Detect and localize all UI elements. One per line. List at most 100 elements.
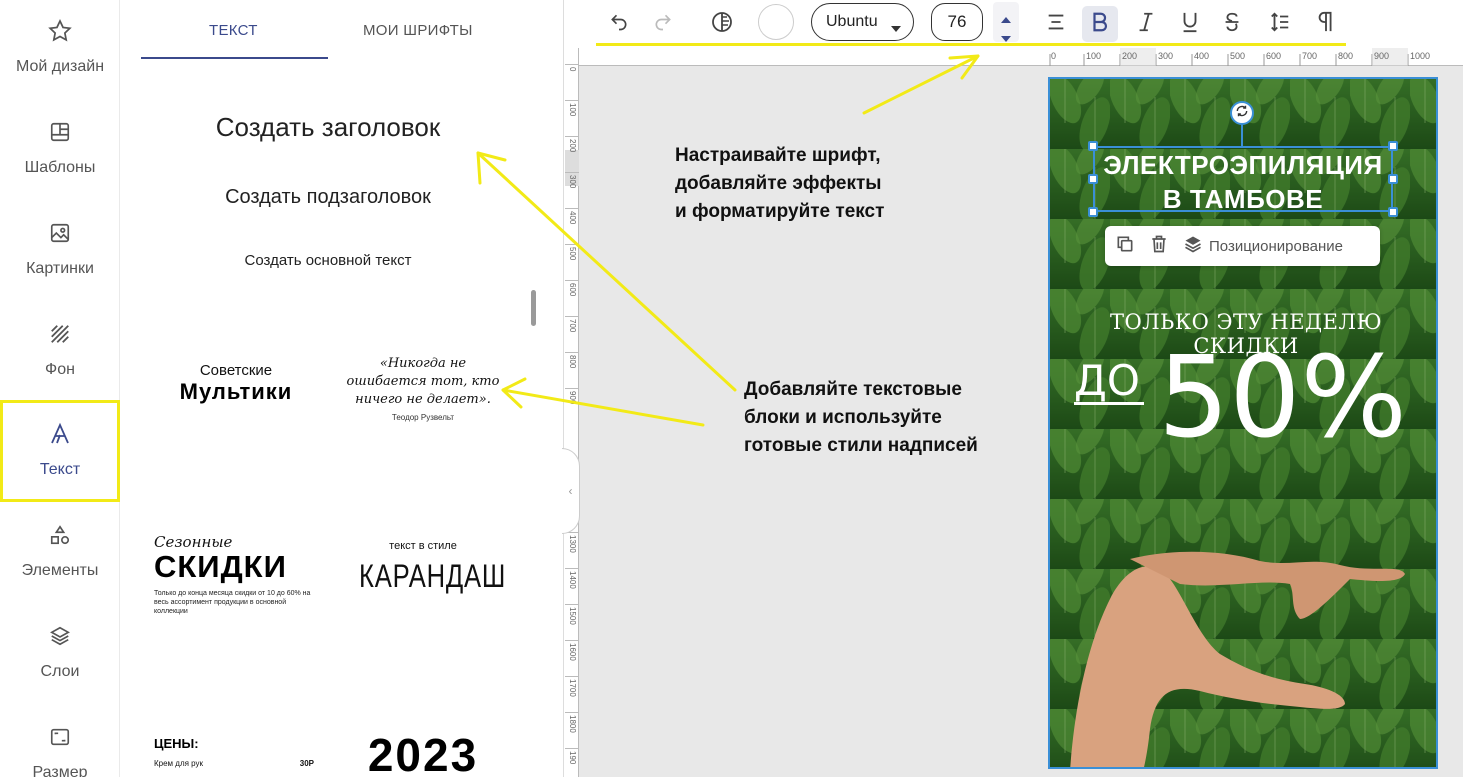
ruler-label: 1000 (1410, 51, 1431, 61)
toolbar-highlight (596, 43, 1346, 46)
ruler-label: 900 (1374, 51, 1390, 61)
ruler-label: 800 (1338, 51, 1354, 61)
ruler-label: 1400 (565, 568, 579, 589)
sidebar-item-label: Слои (40, 663, 80, 680)
create-heading-button[interactable]: Создать заголовок (121, 112, 535, 143)
resize-handle[interactable] (1088, 174, 1098, 184)
bold-button[interactable] (1082, 6, 1118, 42)
ruler-label: 700 (565, 316, 579, 332)
annotation-line: Добавляйте текстовые (744, 379, 962, 400)
underline-icon (1180, 11, 1200, 38)
sidebar-item-label: Размер (32, 764, 88, 777)
bold-icon (1090, 11, 1110, 38)
sidebar-item-label: Текст (39, 461, 81, 478)
annotation-line: готовые стили надписей (744, 435, 978, 456)
align-button[interactable] (1041, 6, 1071, 42)
template-big-text: Мультики (179, 379, 293, 404)
delete-icon[interactable] (1149, 234, 1169, 258)
template-note-text: Только до конца месяца скидки от 10 до 6… (154, 590, 311, 615)
ruler-label: 700 (1302, 51, 1318, 61)
ruler-label: 1700 (565, 676, 579, 697)
font-size-stepper[interactable] (993, 2, 1019, 42)
ruler-label: 200 (565, 136, 579, 152)
resize-handle[interactable] (1388, 174, 1398, 184)
underline-button[interactable] (1175, 6, 1205, 42)
template-quote-author: Теодор Рузвельт (391, 413, 455, 422)
collapse-panel-button[interactable]: ‹ (562, 448, 580, 534)
text-icon (47, 421, 73, 447)
font-family-select[interactable]: Ubuntu (811, 3, 914, 41)
style-template-quote[interactable]: «Никогда не ошибается тот, кто ничего не… (343, 355, 503, 422)
annotation-middle: Добавляйте текстовые блоки и используйте… (744, 376, 978, 460)
style-template-pencil[interactable]: текст в стиле КАРАНДАШ (343, 540, 505, 595)
ruler-label: 500 (565, 244, 579, 260)
ruler-label: 1800 (565, 712, 579, 733)
resize-handle[interactable] (1088, 141, 1098, 151)
create-body-button[interactable]: Создать основной текст (121, 252, 535, 269)
tab-my-fonts[interactable]: МОИ ШРИФТЫ (363, 22, 473, 39)
line-spacing-button[interactable] (1265, 6, 1295, 42)
sidebar-item-images[interactable]: Картинки (0, 202, 120, 302)
sidebar-item-layers[interactable]: Слои (0, 605, 120, 705)
paragraph-button[interactable] (1311, 6, 1341, 42)
ruler-label: 1300 (565, 532, 579, 553)
resize-icon (47, 724, 73, 750)
sidebar-item-label: Фон (45, 361, 75, 378)
effects-button[interactable] (707, 6, 737, 42)
element-context-bar: Позиционирование (1105, 226, 1380, 266)
panel-scrollbar[interactable] (531, 290, 536, 326)
italic-icon (1136, 11, 1156, 38)
ruler-label: 190 (565, 748, 579, 764)
resize-handle[interactable] (1088, 207, 1098, 217)
positioning-button[interactable]: Позиционирование (1183, 234, 1343, 258)
paragraph-icon (1316, 11, 1336, 38)
tab-text[interactable]: ТЕКСТ (209, 22, 258, 39)
annotation-line: Настраивайте шрифт, (675, 145, 881, 166)
sidebar-item-label: Мой дизайн (15, 58, 105, 75)
sidebar-item-text[interactable]: Текст (0, 400, 120, 502)
ruler-label: 500 (1230, 51, 1246, 61)
style-template-season-sale[interactable]: Сезонные СКИДКИ Только до конца месяца с… (154, 533, 314, 616)
undo-button[interactable] (605, 6, 633, 42)
template-prices-item: Крем для рук (154, 759, 204, 768)
sidebar-item-templates[interactable]: Шаблоны (0, 101, 120, 201)
sidebar-item-background[interactable]: Фон (0, 303, 120, 403)
text-toolbar: Ubuntu 76 (565, 0, 1463, 48)
strikethrough-button[interactable] (1217, 6, 1247, 42)
image-icon (47, 220, 73, 246)
italic-button[interactable] (1131, 6, 1161, 42)
ruler-label: 0 (1051, 51, 1057, 61)
template-prices-value: 30Р (299, 759, 314, 768)
rotate-handle[interactable] (1230, 101, 1254, 125)
shapes-icon (47, 522, 73, 548)
duplicate-icon[interactable] (1115, 234, 1135, 258)
sidebar-item-resize[interactable]: Размер (0, 706, 120, 777)
text-color-picker[interactable] (758, 4, 794, 40)
sidebar-item-label: Шаблоны (24, 159, 96, 176)
template-year-text: 2023 (367, 729, 479, 777)
strikethrough-icon (1222, 11, 1242, 38)
annotation-line: и форматируйте текст (675, 201, 885, 222)
sidebar-item-elements[interactable]: Элементы (0, 504, 120, 604)
design-percent[interactable]: 50% (1158, 338, 1407, 458)
resize-handle[interactable] (1388, 207, 1398, 217)
ruler-label: 200 (1122, 51, 1138, 61)
redo-icon (653, 12, 673, 37)
redo-button[interactable] (649, 6, 677, 42)
sidebar-item-my-design[interactable]: Мой дизайн (0, 0, 120, 100)
resize-handle[interactable] (1388, 141, 1398, 151)
increase-size-icon[interactable] (1001, 10, 1011, 28)
font-size-input[interactable]: 76 (931, 3, 983, 41)
create-subheading-button[interactable]: Создать подзаголовок (121, 186, 535, 209)
style-template-soviet[interactable]: Советские Мультики (156, 362, 316, 405)
template-small-text: Советские (199, 362, 273, 379)
style-template-prices[interactable]: ЦЕНЫ: Крем для рук 30Р (154, 736, 314, 768)
ruler-label: 800 (565, 352, 579, 368)
rotate-connector (1241, 125, 1243, 146)
style-template-year[interactable]: 2023 (343, 728, 503, 777)
ruler-label: 400 (1194, 51, 1210, 61)
ruler-label: 300 (565, 172, 579, 188)
design-prefix[interactable]: ДО (1074, 356, 1140, 405)
selection-box[interactable] (1093, 146, 1393, 212)
ruler-label: 900 (565, 388, 579, 404)
